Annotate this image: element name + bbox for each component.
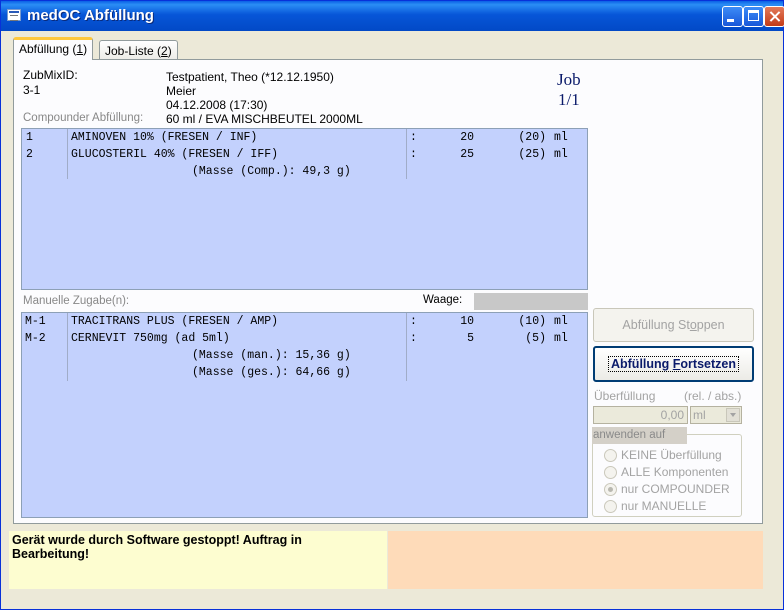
tab-job-liste[interactable]: Job-Liste (2) <box>99 40 178 60</box>
row-index: M-2 <box>25 332 46 345</box>
rel-abs-label: (rel. / abs.) <box>684 389 742 403</box>
radio-compounder[interactable] <box>604 483 617 496</box>
button-label: Abfüllung <box>610 357 673 371</box>
row-colon: : <box>410 148 417 161</box>
job-label: Job <box>557 70 581 89</box>
row-name: TRACITRANS PLUS (FRESEN / AMP) <box>71 315 279 328</box>
row-amount: 25 <box>460 148 474 161</box>
compounder-mass: (Masse (Comp.): 49,3 g) <box>192 165 351 178</box>
overfill-unit-select[interactable]: ml <box>690 406 742 424</box>
row-total: (10) <box>518 315 546 328</box>
manual-label: Manuelle Zugabe(n): <box>23 295 130 307</box>
chevron-down-icon[interactable] <box>726 408 740 422</box>
bag-info: 60 ml / EVA MISCHBEUTEL 2000ML <box>166 112 363 126</box>
manual-mass: (Masse (man.): 15,36 g) <box>192 349 351 362</box>
radio-label: KEINE Überfüllung <box>621 448 722 462</box>
continue-filling-button[interactable]: Abfüllung Fortsetzen <box>593 346 754 382</box>
row-name: CERNEVIT 750mg (ad 5ml) <box>71 332 230 345</box>
radio-keine[interactable] <box>604 449 617 462</box>
column-divider <box>67 313 68 381</box>
row-amount: 20 <box>460 131 474 144</box>
row-total: (5) <box>525 332 546 345</box>
compounder-label: Compounder Abfüllung: <box>23 112 144 124</box>
title-bar[interactable]: medOC Abfüllung <box>1 1 784 31</box>
order-date: 04.12.2008 (17:30) <box>166 98 268 112</box>
tab-label-end: ) <box>167 44 172 58</box>
radio-label: nur MANUELLE <box>621 499 707 513</box>
radio-label: ALLE Komponenten <box>621 465 729 479</box>
row-index: M-1 <box>25 315 46 328</box>
row-index: 2 <box>26 148 33 161</box>
row-total: (20) <box>518 131 546 144</box>
row-amount: 10 <box>460 315 474 328</box>
row-colon: : <box>410 315 417 328</box>
radio-manuelle[interactable] <box>604 500 617 513</box>
minimize-button[interactable] <box>722 6 743 27</box>
column-divider <box>406 313 407 381</box>
radio-label: nur COMPOUNDER <box>621 482 730 496</box>
tab-label: Abfüllung ( <box>19 42 77 56</box>
button-label: Abfüllung St <box>622 318 690 332</box>
button-focus-frame: Abfüllung Fortsetzen <box>607 356 740 372</box>
row-unit: ml <box>554 148 568 161</box>
patient-name: Testpatient, Theo (*12.12.1950) <box>166 70 334 84</box>
status-message: Gerät wurde durch Software gestoppt! Auf… <box>12 533 302 561</box>
row-total: (25) <box>518 148 546 161</box>
manual-list[interactable]: M-1 TRACITRANS PLUS (FRESEN / AMP) : 10 … <box>21 312 588 518</box>
row-unit: ml <box>554 332 568 345</box>
row-unit: ml <box>554 131 568 144</box>
status-indicator-area <box>388 531 763 589</box>
app-form-icon <box>7 9 21 21</box>
row-name: AMINOVEN 10% (FRESEN / INF) <box>71 131 258 144</box>
radio-alle[interactable] <box>604 466 617 479</box>
job-progress: 1/1 <box>558 90 580 109</box>
overfill-value-input[interactable]: 0,00 <box>593 406 688 424</box>
button-accesskey: o <box>689 318 697 332</box>
column-divider <box>67 129 68 179</box>
row-unit: ml <box>554 315 568 328</box>
waage-display <box>474 293 588 310</box>
button-label-end: ortsetzen <box>680 357 736 371</box>
apply-to-label: anwenden auf <box>592 427 687 444</box>
zubmix-id: 3-1 <box>23 83 41 97</box>
tab-label: Job-Liste ( <box>105 44 162 58</box>
stop-filling-button[interactable]: Abfüllung Stoppen <box>593 308 754 342</box>
select-value: ml <box>693 408 706 422</box>
application-window: medOC Abfüllung Abfüllung (1) Job-Liste … <box>0 0 784 610</box>
row-colon: : <box>410 332 417 345</box>
total-mass: (Masse (ges.): 64,66 g) <box>192 366 351 379</box>
maximize-button[interactable] <box>743 6 764 27</box>
button-label-end: ppen <box>696 318 725 332</box>
compounder-list[interactable]: 1 AMINOVEN 10% (FRESEN / INF) : 20 (20) … <box>21 128 588 290</box>
window-title: medOC Abfüllung <box>27 7 154 24</box>
doctor-name: Meier <box>166 84 197 98</box>
column-divider <box>406 129 407 179</box>
row-name: GLUCOSTERIL 40% (FRESEN / IFF) <box>71 148 279 161</box>
row-colon: : <box>410 131 417 144</box>
tab-accesskey: 2 <box>161 44 168 58</box>
overfill-label: Überfüllung <box>594 389 656 403</box>
tab-label-end: ) <box>83 42 88 56</box>
close-button[interactable] <box>764 6 784 27</box>
tab-abfuellung[interactable]: Abfüllung (1) <box>13 37 94 60</box>
row-amount: 5 <box>467 332 474 345</box>
zubmix-label: ZubMixID: <box>23 68 78 82</box>
row-index: 1 <box>26 131 33 144</box>
waage-label: Waage: <box>423 294 463 306</box>
